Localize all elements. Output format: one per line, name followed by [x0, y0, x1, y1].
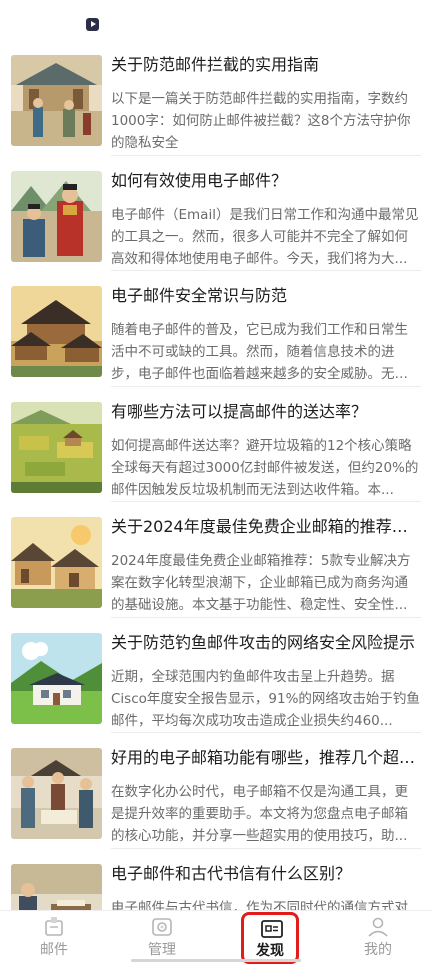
article-summary: 电子邮件（Email）是我们日常工作和沟通中最常见的工具之一。然而，很多人可能并…: [111, 206, 419, 267]
tab-manage[interactable]: 管理: [108, 911, 216, 964]
article-item[interactable]: 电子邮件和古代书信有什么区别？ 电子邮件与古代书信，作为不同时代的通信方式对比: [0, 849, 432, 911]
article-summary: 电子邮件与古代书信，作为不同时代的通信方式对比: [111, 899, 408, 911]
status-row: [0, 0, 432, 40]
ancient-letter-writing-image: [11, 863, 102, 910]
ancient-courtyard-scholars-image: [11, 55, 102, 146]
article-item[interactable]: 关于防范钓鱼邮件攻击的网络安全风险提示 近期，全球范围内钓鱼邮件攻击呈上升趋势。…: [0, 618, 432, 733]
tab-mail[interactable]: 邮件: [0, 911, 108, 964]
profile-icon: [366, 916, 390, 938]
ancient-town-image: [11, 517, 102, 608]
article-summary: 在数字化办公时代，电子邮箱不仅是沟通工具，更是提升效率的重要助手。本文将为您盘点…: [111, 784, 408, 844]
article-item[interactable]: 有哪些方法可以提高邮件的送达率？ 如何提高邮件送达率？避开垃圾箱的12个核心策略…: [0, 387, 432, 502]
article-summary: 如何提高邮件送达率？避开垃圾箱的12个核心策略全球每天有超过3000亿封邮件被发…: [111, 437, 419, 498]
article-item[interactable]: 关于防范邮件拦截的实用指南 以下是一篇关于防范邮件拦截的实用指南，字数约1000…: [0, 40, 432, 156]
article-summary: 2024年度最佳免费企业邮箱推荐：5款专业解决方案在数字化转型浪潮下，企业邮箱已…: [111, 553, 411, 613]
tab-label: 管理: [148, 942, 176, 958]
video-app-icon: [86, 18, 99, 31]
bottom-tab-bar: 邮件 管理 发现 我的: [0, 910, 432, 964]
article-title[interactable]: 关于防范钓鱼邮件攻击的网络安全风险提示: [111, 631, 423, 655]
ancient-officials-image: [11, 170, 102, 262]
tab-label: 邮件: [40, 942, 68, 958]
article-title[interactable]: 好用的电子邮箱功能有哪些，推荐几个超实用的: [111, 746, 423, 770]
article-summary: 随着电子邮件的普及，它已成为我们工作和日常生活中不可或缺的工具。然而，随着信息技…: [111, 322, 408, 382]
ancient-village-fields-image: [11, 401, 102, 493]
article-item[interactable]: 关于2024年度最佳免费企业邮箱的推荐指南 2024年度最佳免费企业邮箱推荐：5…: [0, 502, 432, 618]
tab-profile[interactable]: 我的: [324, 911, 432, 964]
ancient-palace-image: [11, 286, 102, 377]
article-title[interactable]: 电子邮件和古代书信有什么区别？: [111, 862, 423, 886]
tab-label: 发现: [256, 943, 284, 959]
tab-discover[interactable]: 发现: [241, 912, 299, 964]
article-summary: 以下是一篇关于防范邮件拦截的实用指南，字数约1000字：如何防止邮件被拦截？这8…: [111, 91, 411, 151]
article-item[interactable]: 电子邮件安全常识与防范 随着电子邮件的普及，它已成为我们工作和日常生活中不可或缺…: [0, 271, 432, 387]
article-item[interactable]: 如何有效使用电子邮件？ 电子邮件（Email）是我们日常工作和沟通中最常见的工具…: [0, 156, 432, 271]
article-feed[interactable]: 关于防范邮件拦截的实用指南 以下是一篇关于防范邮件拦截的实用指南，字数约1000…: [0, 40, 432, 910]
ancient-scholars-study-image: [11, 748, 102, 839]
home-indicator: [131, 959, 301, 962]
tab-label: 我的: [364, 942, 392, 958]
mail-icon: [42, 916, 66, 938]
countryside-house-image: [11, 632, 102, 724]
article-summary: 近期，全球范围内钓鱼邮件攻击呈上升趋势。据Cisco年度安全报告显示，91%的网…: [111, 668, 420, 729]
manage-icon: [150, 916, 174, 938]
article-item[interactable]: 好用的电子邮箱功能有哪些，推荐几个超实用的 在数字化办公时代，电子邮箱不仅是沟通…: [0, 733, 432, 849]
article-title[interactable]: 关于防范邮件拦截的实用指南: [111, 53, 423, 77]
article-title[interactable]: 关于2024年度最佳免费企业邮箱的推荐指南: [111, 515, 423, 539]
discover-icon: [260, 918, 284, 940]
article-title[interactable]: 有哪些方法可以提高邮件的送达率？: [111, 400, 423, 424]
article-title[interactable]: 电子邮件安全常识与防范: [111, 284, 423, 308]
article-title[interactable]: 如何有效使用电子邮件？: [111, 169, 423, 193]
